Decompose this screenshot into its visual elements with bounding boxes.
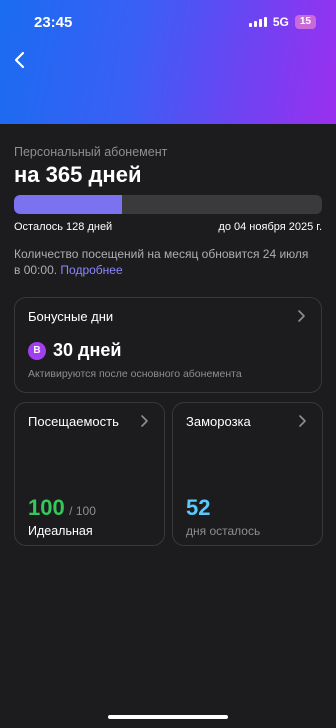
attendance-card[interactable]: Посещаемость 100 / 100 Идеальная: [14, 402, 165, 546]
progress-fill: [14, 195, 122, 214]
back-button[interactable]: [8, 48, 32, 72]
subscription-title: на 365 дней: [14, 162, 142, 187]
header-gradient: 23:45 5G 15: [0, 0, 336, 124]
progress-bar: [14, 195, 322, 214]
freeze-label: дня осталось: [186, 524, 261, 538]
freeze-card[interactable]: Заморозка 52 дня осталось: [172, 402, 323, 546]
bonus-days-value: 30 дней: [53, 340, 122, 360]
days-remaining: Осталось 128 дней: [14, 221, 113, 233]
signal-icon: [248, 17, 267, 27]
bonus-badge-icon: B: [28, 341, 46, 360]
visits-note: Количество посещений на месяц обновится …: [14, 246, 314, 278]
network-type: 5G: [272, 15, 289, 29]
battery-icon: 15: [294, 15, 316, 29]
expiry-date: до 04 ноября 2025 г.: [218, 221, 322, 233]
bonus-days-card[interactable]: Бонусные дни B 30 дней Активируются посл…: [14, 297, 322, 393]
attendance-value: 100: [28, 495, 65, 520]
status-bar: 23:45 5G 15: [0, 0, 336, 44]
status-indicators: 5G 15: [248, 15, 316, 29]
chevron-right-icon: [299, 415, 306, 427]
bonus-days-subtitle: Активируются после основного абонемента: [28, 368, 242, 380]
home-indicator[interactable]: [108, 715, 228, 719]
attendance-label: Идеальная: [28, 524, 93, 538]
bonus-days-row: B 30 дней: [28, 340, 121, 361]
back-chevron-icon: [14, 51, 25, 69]
attendance-title: Посещаемость: [28, 414, 119, 429]
status-time: 23:45: [34, 14, 73, 31]
freeze-title: Заморозка: [186, 414, 251, 429]
visits-note-text: Количество посещений на месяц обновится …: [14, 247, 309, 277]
chevron-right-icon: [141, 415, 148, 427]
attendance-value-group: 100 / 100: [28, 495, 96, 521]
freeze-value: 52: [186, 495, 211, 520]
attendance-max: / 100: [69, 504, 96, 518]
bonus-days-title: Бонусные дни: [28, 309, 114, 324]
subscription-type: Персональный абонемент: [14, 145, 168, 159]
chevron-right-icon: [298, 310, 305, 322]
more-link[interactable]: Подробнее: [60, 263, 122, 277]
